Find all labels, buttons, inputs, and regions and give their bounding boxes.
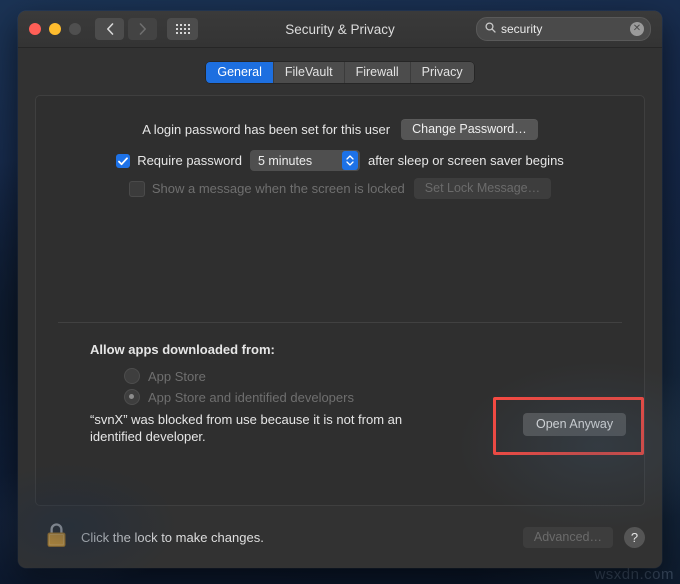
allow-option-identified-developers-label: App Store and identified developers [148, 389, 354, 405]
zoom-button [69, 23, 81, 35]
require-password-label: Require password [137, 153, 242, 168]
require-password-interval-select[interactable]: 5 minutes [249, 150, 360, 171]
help-button[interactable]: ? [624, 526, 645, 548]
general-settings-panel: A login password has been set for this u… [35, 95, 645, 506]
window-controls [29, 23, 81, 35]
window-footer: Click the lock to make changes. Advanced… [18, 506, 662, 568]
lock-hint-text: Click the lock to make changes. [81, 529, 264, 545]
open-anyway-button[interactable]: Open Anyway [523, 413, 627, 436]
watermark: wsxdn.com [594, 566, 674, 583]
lock-message-label: Show a message when the screen is locked [151, 181, 405, 196]
lock-message-row: Show a message when the screen is locked… [36, 178, 644, 199]
blocked-app-message: “svnX” was blocked from use because it i… [90, 412, 403, 444]
footer-actions: Advanced… ? [522, 526, 645, 548]
advanced-button: Advanced… [522, 526, 613, 548]
set-lock-message-button: Set Lock Message… [413, 178, 552, 199]
require-password-row: Require password 5 minutes after sleep o… [36, 150, 644, 171]
close-button[interactable] [29, 23, 41, 35]
radio-identified-developers [124, 389, 140, 405]
back-button[interactable] [95, 18, 124, 40]
tab-firewall[interactable]: Firewall [344, 62, 411, 83]
search-input[interactable]: security [501, 22, 630, 36]
chevron-left-icon [106, 23, 114, 35]
lock-closed-icon[interactable] [45, 521, 68, 554]
allow-option-app-store: App Store [124, 368, 206, 384]
chevron-right-icon [139, 23, 147, 35]
tab-privacy[interactable]: Privacy [410, 62, 474, 83]
search-icon [485, 20, 496, 38]
minimize-button[interactable] [49, 23, 61, 35]
stepper-icon[interactable] [341, 151, 358, 170]
login-password-row: A login password has been set for this u… [36, 119, 644, 140]
allow-option-identified-developers: App Store and identified developers [124, 389, 354, 405]
show-all-grid-icon [175, 24, 190, 34]
clear-icon[interactable]: ✕ [630, 22, 644, 36]
desktop-background: wsxdn.com Security & Privacy security ✕ … [0, 0, 680, 584]
require-password-checkbox[interactable] [116, 153, 131, 168]
search-field[interactable]: security ✕ [476, 17, 651, 41]
security-privacy-window: Security & Privacy security ✕ General Fi… [18, 11, 662, 568]
allow-option-app-store-label: App Store [148, 368, 206, 384]
navigation-buttons [95, 18, 157, 40]
forward-button [128, 18, 157, 40]
require-password-interval-value: 5 minutes [257, 153, 313, 168]
tab-filevault[interactable]: FileVault [273, 62, 345, 83]
section-divider [58, 322, 622, 323]
login-password-status: A login password has been set for this u… [142, 122, 391, 137]
show-all-button[interactable] [167, 18, 198, 40]
change-password-button[interactable]: Change Password… [401, 119, 538, 140]
window-titlebar: Security & Privacy security ✕ [18, 11, 662, 48]
tab-general[interactable]: General [206, 62, 274, 83]
require-password-suffix: after sleep or screen saver begins [367, 153, 564, 168]
tab-bar: General FileVault Firewall Privacy [18, 48, 662, 95]
lock-message-checkbox [128, 180, 145, 197]
radio-app-store [124, 368, 140, 384]
allow-apps-label: Allow apps downloaded from: [90, 342, 275, 357]
